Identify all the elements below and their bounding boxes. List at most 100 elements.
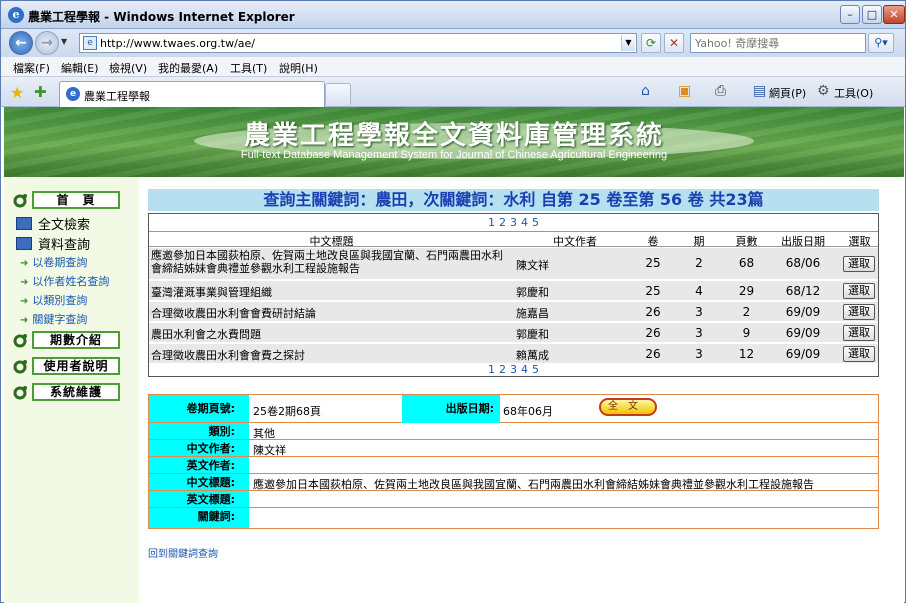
menu-tools[interactable]: 工具(T) <box>230 60 267 76</box>
row-author: 施嘉昌 <box>516 307 549 320</box>
nav-user-guide-label: 使用者說明 <box>32 357 120 375</box>
menu-help[interactable]: 說明(H) <box>279 60 318 76</box>
row-title: 應邀參加日本國荻柏原、佐賀兩土地改良區與我國宜蘭、石門兩農田水利會締結姊妹會典禮… <box>151 249 503 275</box>
menu-file[interactable]: 檔案(F) <box>13 60 50 76</box>
fulltext-button[interactable]: 全文 <box>599 398 657 416</box>
nav-link-volume[interactable]: ➜ 以卷期查詢 <box>20 254 87 270</box>
maximize-button[interactable]: □ <box>862 5 882 24</box>
col-volume: 卷 <box>647 235 659 248</box>
home-icon[interactable]: ⌂ <box>641 83 650 99</box>
page-link[interactable]: 4 <box>521 216 528 229</box>
select-button[interactable]: 選取 <box>843 325 875 341</box>
page-link[interactable]: 2 <box>499 216 506 229</box>
row-page: 2 <box>742 305 751 319</box>
detail-row-en-author: 英文作者: <box>149 457 878 474</box>
pager-bottom: 12345 <box>149 363 878 376</box>
row-volume: 25 <box>645 284 661 298</box>
nav-link-keyword[interactable]: ➜ 關鍵字查詢 <box>20 311 87 327</box>
page-link[interactable]: 5 <box>532 216 539 229</box>
stop-icon[interactable]: ✕ <box>664 33 684 53</box>
gear-icon <box>13 386 27 400</box>
select-button[interactable]: 選取 <box>843 304 875 320</box>
cn-author-value: 陳文祥 <box>253 444 286 457</box>
search-field[interactable] <box>690 33 866 53</box>
window-title: 農業工程學報 - Windows Internet Explorer <box>28 10 295 24</box>
col-select: 選取 <box>848 235 871 248</box>
tools-menu[interactable]: 工具(O) <box>834 85 873 101</box>
back-to-keyword-link[interactable]: 回到關鍵詞查詢 <box>148 545 218 560</box>
history-dropdown-icon[interactable]: ▼ <box>61 37 67 46</box>
tools-gear-icon[interactable]: ⚙ <box>817 83 830 99</box>
row-title: 合理徵收農田水利會會費之探討 <box>151 349 305 362</box>
row-volume: 26 <box>645 305 661 319</box>
select-button[interactable]: 選取 <box>843 346 875 362</box>
volume-value: 25卷2期68頁 <box>253 405 321 418</box>
nav-data-query[interactable]: 資料查詢 <box>16 234 90 253</box>
row-page: 29 <box>738 284 755 298</box>
detail-row-volume: 卷期頁號: 25卷2期68頁 出版日期: 68年06月 全文 <box>149 395 878 423</box>
ie-logo-icon: e <box>8 7 24 23</box>
web-page: 農業工程學報全文資料庫管理系統 Full-text Database Manag… <box>4 107 904 603</box>
refresh-icon[interactable]: ⟳ <box>641 33 661 53</box>
menu-edit[interactable]: 編輯(E) <box>61 60 99 76</box>
tab-active[interactable]: e 農業工程學報 <box>59 81 325 107</box>
nav-link-author[interactable]: ➜ 以作者姓名查詢 <box>20 273 109 289</box>
page-link[interactable]: 1 <box>488 363 495 376</box>
page-menu[interactable]: 網頁(P) <box>769 85 806 101</box>
row-date: 68/12 <box>785 284 821 298</box>
row-author: 賴萬成 <box>516 349 549 362</box>
tab-ie-icon: e <box>66 87 80 101</box>
minimize-button[interactable]: – <box>840 5 860 24</box>
table-row: 農田水利會之水費問題 郭慶和 26 3 9 69/09 選取 <box>149 323 878 343</box>
favorites-star-icon[interactable]: ★ <box>10 83 24 102</box>
select-button[interactable]: 選取 <box>843 283 875 299</box>
tab-bar: ★ ✚ e 農業工程學報 ⌂ ▣ ⎙ ▤ 網頁(P) ⚙ 工具(O) <box>1 77 905 107</box>
cn-title-label: 中文標題: <box>149 474 249 490</box>
row-title: 農田水利會之水費問題 <box>151 328 261 341</box>
cn-author-label: 中文作者: <box>149 440 249 456</box>
back-button[interactable]: ← <box>9 31 33 55</box>
page-menu-icon[interactable]: ▤ <box>753 83 766 99</box>
site-subtitle: Full-text Database Management System for… <box>240 149 668 161</box>
feeds-icon[interactable]: ▣ <box>678 83 691 99</box>
menu-bar: 檔案(F) 編輯(E) 檢視(V) 我的最愛(A) 工具(T) 說明(H) <box>1 57 905 77</box>
table-header: 中文標題 中文作者 卷 期 頁數 出版日期 選取 <box>149 231 878 248</box>
nav-link-category[interactable]: ➜ 以類別查詢 <box>20 292 87 308</box>
url-dropdown-icon[interactable]: ▼ <box>621 35 635 51</box>
detail-row-en-title: 英文標題: <box>149 491 878 508</box>
row-volume: 25 <box>645 256 661 270</box>
search-input[interactable] <box>691 34 861 52</box>
page-icon: e <box>83 36 97 50</box>
page-link[interactable]: 1 <box>488 216 495 229</box>
menu-view[interactable]: 檢視(V) <box>109 60 147 76</box>
forward-button[interactable]: → <box>35 31 59 55</box>
site-banner: 農業工程學報全文資料庫管理系統 Full-text Database Manag… <box>4 107 904 177</box>
select-button[interactable]: 選取 <box>843 256 875 272</box>
page-link[interactable]: 3 <box>510 216 517 229</box>
page-link[interactable]: 2 <box>499 363 506 376</box>
page-link[interactable]: 3 <box>510 363 517 376</box>
nav-maintenance[interactable]: 系統維護 <box>12 383 120 403</box>
category-label: 類別: <box>149 423 249 439</box>
row-date: 69/09 <box>785 326 821 340</box>
url-field[interactable]: e http://www.twaes.org.tw/ae/ ▼ <box>79 33 637 53</box>
print-icon[interactable]: ⎙ <box>715 83 726 99</box>
search-button[interactable]: ⚲▾ <box>868 33 894 53</box>
menu-favorites[interactable]: 我的最愛(A) <box>158 60 218 76</box>
nav-issue-intro[interactable]: 期數介紹 <box>12 331 120 351</box>
page-link[interactable]: 5 <box>532 363 539 376</box>
pager-top: 12345 <box>149 216 878 229</box>
page-link[interactable]: 4 <box>521 363 528 376</box>
table-row: 合理徵收農田水利會會費之探討 賴萬成 26 3 12 69/09 選取 <box>149 344 878 364</box>
nav-issue-intro-label: 期數介紹 <box>32 331 120 349</box>
nav-user-guide[interactable]: 使用者說明 <box>12 357 120 377</box>
close-button[interactable]: ✕ <box>883 5 905 24</box>
nav-home[interactable]: 首 頁 <box>12 191 120 211</box>
url-text[interactable]: http://www.twaes.org.tw/ae/ <box>100 37 255 50</box>
add-favorite-icon[interactable]: ✚ <box>34 83 47 101</box>
gear-icon <box>13 334 27 348</box>
nav-fulltext-search[interactable]: 全文檢索 <box>16 214 90 233</box>
table-row: 臺灣灌溉事業與管理組織 郭慶和 25 4 29 68/12 選取 <box>149 281 878 301</box>
row-date: 69/09 <box>785 305 821 319</box>
new-tab-button[interactable] <box>325 83 351 105</box>
